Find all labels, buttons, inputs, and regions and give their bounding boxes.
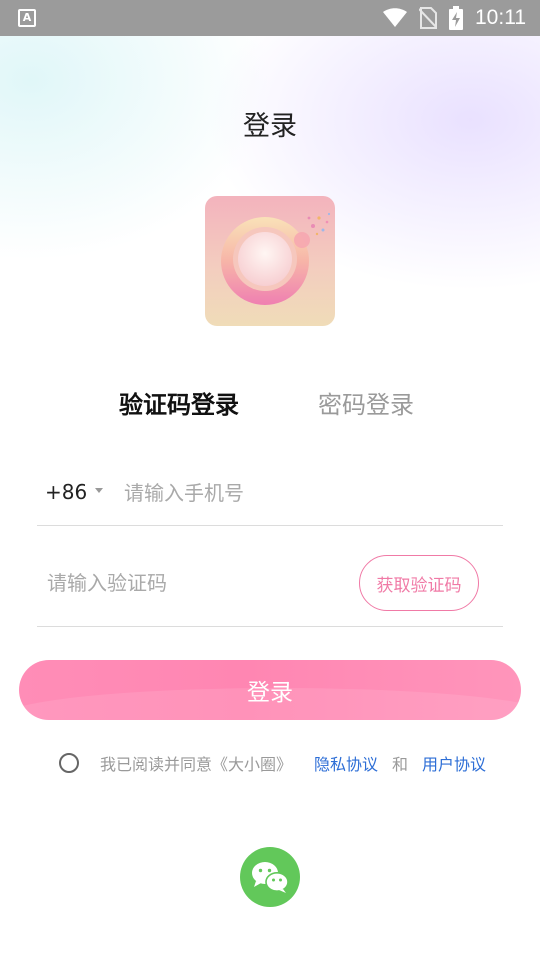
status-bar: A 10:11 — [0, 0, 540, 36]
country-code-selector[interactable]: +86 — [45, 480, 87, 504]
tab-password-login[interactable]: 密码登录 — [318, 385, 414, 420]
agreement-row: 我已阅读并同意《大小圈》 隐私协议 和 用户协议 — [59, 750, 519, 776]
user-agreement-link[interactable]: 用户协议 — [422, 751, 486, 775]
status-time: 10:11 — [475, 6, 526, 29]
login-button-label: 登录 — [247, 680, 293, 706]
login-tabs: 验证码登录 密码登录 — [0, 385, 540, 425]
code-row: 获取验证码 — [37, 548, 503, 627]
chevron-down-icon[interactable] — [95, 488, 103, 493]
login-screen: A 10:11 登录 验证码登录 密码登录 +86 请输入手机号 请输入验证码 … — [0, 0, 540, 960]
get-code-button[interactable]: 获取验证码 — [359, 555, 479, 611]
wechat-icon — [252, 862, 289, 893]
wifi-icon — [383, 8, 407, 27]
privacy-policy-link[interactable]: 隐私协议 — [314, 751, 378, 775]
verification-code-input[interactable] — [47, 566, 347, 600]
phone-row: +86 — [37, 468, 503, 526]
agreement-text: 我已阅读并同意《大小圈》 — [100, 755, 293, 774]
app-notification-icon: A — [18, 9, 36, 27]
wechat-login-button[interactable] — [240, 847, 300, 907]
login-button[interactable]: 登录 — [19, 660, 521, 720]
no-sim-icon — [419, 7, 437, 29]
agreement-checkbox[interactable] — [59, 753, 79, 773]
battery-charging-icon — [449, 6, 463, 30]
agreement-and: 和 — [392, 755, 409, 774]
tab-sms-login[interactable]: 验证码登录 — [119, 385, 239, 420]
app-logo — [205, 196, 335, 326]
logo-ring-icon — [221, 212, 331, 305]
page-title: 登录 — [243, 111, 297, 142]
phone-input[interactable] — [124, 476, 494, 510]
